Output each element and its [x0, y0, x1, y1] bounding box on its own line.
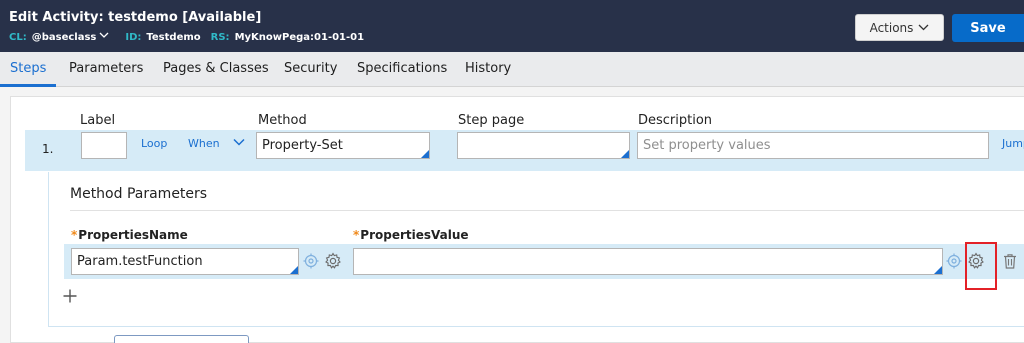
rs-label: RS: — [210, 32, 230, 43]
tab-parameters[interactable]: Parameters — [69, 61, 143, 76]
method-parameters-section: Method Parameters *PropertiesName *Prope… — [48, 172, 1024, 327]
divider — [70, 210, 1024, 211]
step-row: 1. Loop When Property-Set Set property v… — [25, 130, 1024, 171]
chevron-down-icon — [918, 24, 929, 31]
value-target-button[interactable] — [945, 252, 963, 270]
properties-name-value: Param.testFunction — [77, 254, 203, 269]
step-label-input[interactable] — [81, 132, 127, 159]
jump-link[interactable]: Jump — [1002, 137, 1024, 150]
method-value: Property-Set — [262, 138, 343, 153]
description-placeholder: Set property values — [643, 138, 771, 153]
crosshair-icon — [303, 253, 319, 269]
description-column-header: Description — [638, 113, 713, 128]
trash-icon — [1004, 254, 1016, 269]
tab-bar: Steps Parameters Pages & Classes Securit… — [0, 52, 1024, 87]
when-link[interactable]: When — [188, 137, 220, 150]
tab-security[interactable]: Security — [284, 61, 337, 76]
chevron-down-icon — [233, 138, 245, 146]
class-value: @baseclass — [31, 32, 97, 43]
properties-value-header: *PropertiesValue — [353, 228, 469, 242]
actions-button[interactable]: Actions — [855, 14, 944, 41]
parameter-row: Param.testFunction — [64, 244, 1024, 279]
step-number: 1. — [42, 142, 54, 156]
expand-chevron[interactable] — [232, 136, 246, 148]
autocomplete-corner-icon — [290, 266, 298, 274]
id-value: Testdemo — [146, 32, 201, 43]
step-page-input[interactable] — [457, 132, 630, 159]
autocomplete-corner-icon — [934, 266, 942, 274]
id-label: ID: — [125, 32, 142, 43]
label-column-header: Label — [80, 113, 116, 128]
ruleset-value: MyKnowPega:01-01-01 — [234, 32, 365, 43]
method-parameters-title: Method Parameters — [70, 186, 208, 202]
property-settings-button[interactable] — [323, 251, 343, 271]
gear-icon — [325, 252, 341, 269]
required-marker-icon: * — [353, 228, 360, 242]
properties-value-input[interactable] — [353, 248, 943, 275]
steps-panel: Label Method Step page Description 1. Lo… — [10, 96, 1024, 343]
delete-row-button[interactable] — [1000, 251, 1020, 271]
autocomplete-corner-icon — [621, 150, 629, 158]
properties-name-label: PropertiesName — [78, 228, 188, 242]
tab-specifications[interactable]: Specifications — [357, 61, 447, 76]
tab-steps[interactable]: Steps — [10, 61, 46, 76]
properties-name-input[interactable]: Param.testFunction — [71, 248, 299, 275]
cl-label: CL: — [9, 32, 27, 43]
method-column-header: Method — [258, 113, 307, 128]
autocomplete-corner-icon — [421, 150, 429, 158]
method-parameters-body: Method Parameters *PropertiesName *Prope… — [48, 172, 1024, 327]
page-title: Edit Activity: testdemo [Available] — [9, 10, 262, 25]
description-input[interactable]: Set property values — [637, 132, 989, 159]
properties-name-header: *PropertiesName — [71, 228, 188, 242]
chevron-down-icon — [99, 32, 109, 38]
highlight-box — [965, 242, 997, 290]
tab-pages-and-classes[interactable]: Pages & Classes — [163, 61, 269, 76]
rule-metadata: CL: @baseclass ID: Testdemo RS: MyKnowPega:01… — [9, 31, 374, 43]
save-button[interactable]: Save — [952, 14, 1024, 42]
property-target-button[interactable] — [302, 252, 320, 270]
required-marker-icon: * — [71, 228, 78, 242]
crosshair-icon — [946, 253, 962, 269]
add-parameter-button[interactable] — [63, 286, 77, 306]
actions-label: Actions — [869, 20, 914, 35]
step-page-column-header: Step page — [458, 113, 525, 128]
loop-link[interactable]: Loop — [141, 137, 167, 150]
bottom-input-partial[interactable] — [114, 335, 249, 343]
plus-icon — [63, 289, 77, 303]
class-selector[interactable]: @baseclass — [32, 32, 110, 43]
tab-history[interactable]: History — [465, 61, 511, 76]
properties-value-label: PropertiesValue — [360, 228, 469, 242]
header-bar: Edit Activity: testdemo [Available] CL: @… — [0, 0, 1024, 52]
active-tab-indicator — [0, 84, 56, 87]
method-input[interactable]: Property-Set — [256, 132, 430, 159]
